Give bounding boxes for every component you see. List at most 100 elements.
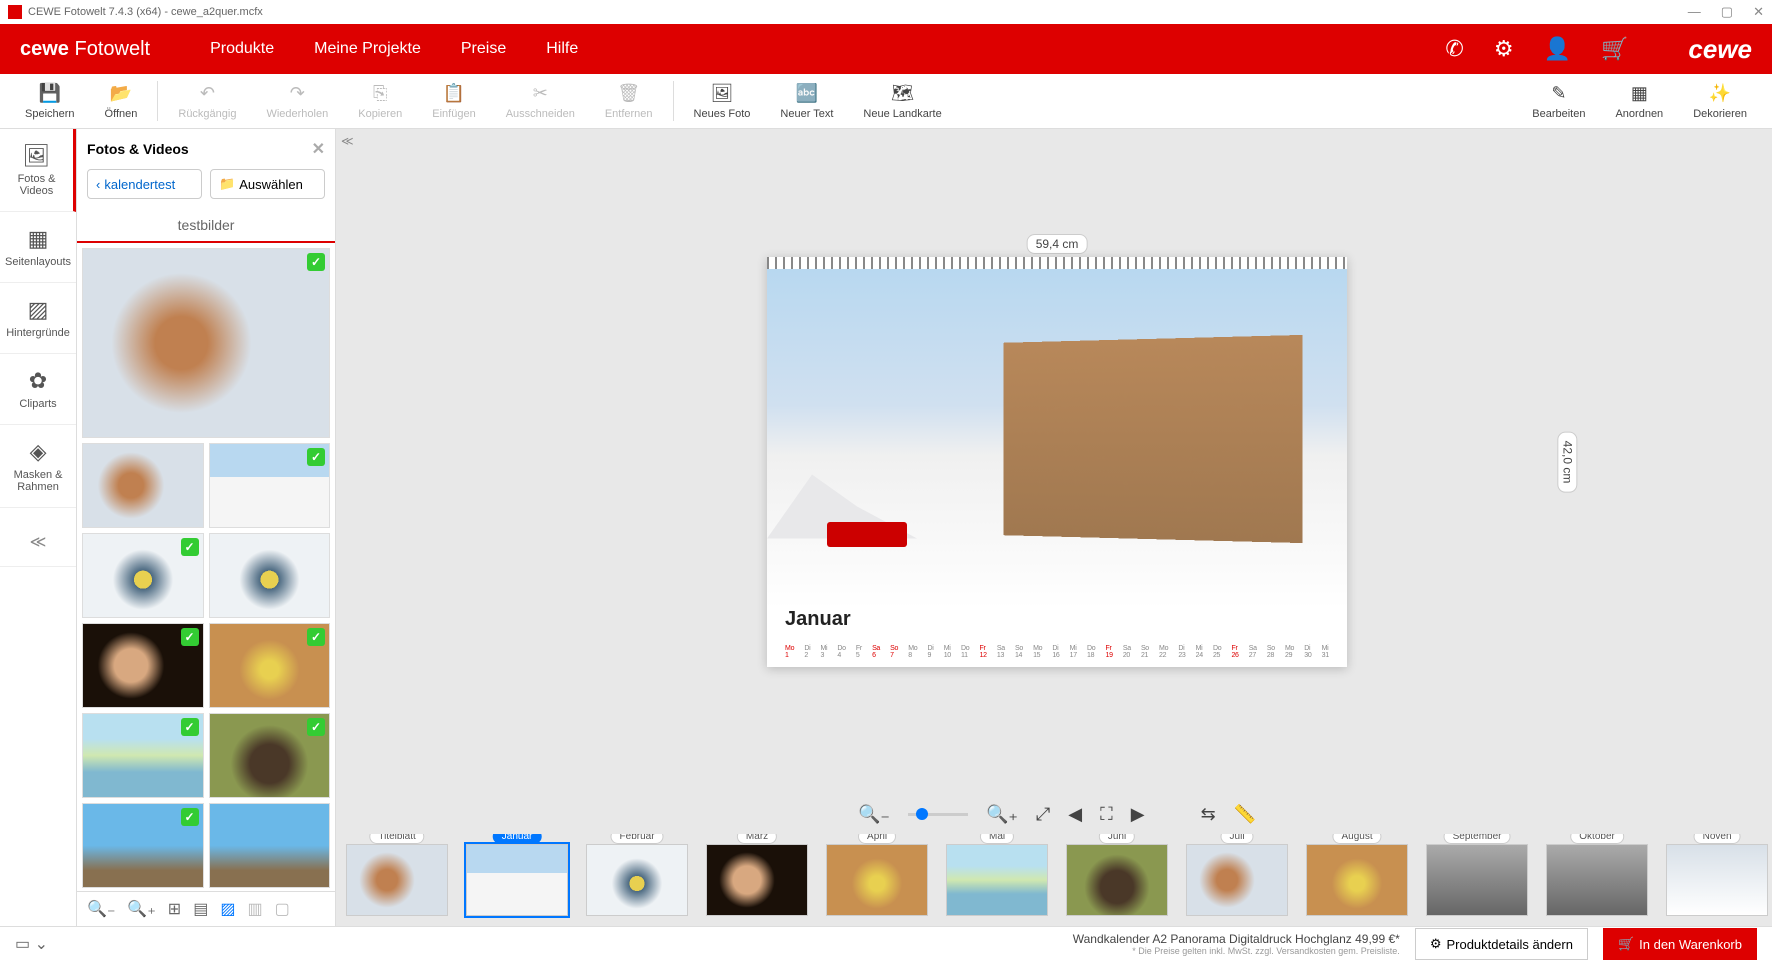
window-controls: — ▢ ✕ xyxy=(1688,4,1764,20)
account-icon[interactable]: 👤 xyxy=(1544,36,1571,62)
sort-icon[interactable]: ▤ xyxy=(193,899,208,919)
photo-tools: 🔍₋ 🔍₊ ⊞ ▤ ▨ ▥ ▢ xyxy=(77,891,335,926)
toolbar-neue landkarte[interactable]: 🗺Neue Landkarte xyxy=(848,81,956,121)
vtab-fotosvideos[interactable]: 🖼Fotos & Videos xyxy=(0,129,76,212)
toolbar-entfernen: 🗑Entfernen xyxy=(590,81,668,121)
product-details-button[interactable]: ⚙Produktdetails ändern xyxy=(1415,928,1588,960)
month-label: Januar xyxy=(785,608,851,631)
zoom-in-icon[interactable]: 🔍₊ xyxy=(986,804,1018,825)
toolbar-wiederholen: ↷Wiederholen xyxy=(251,81,343,121)
toolbar-neues foto[interactable]: 🖼Neues Foto xyxy=(679,81,766,121)
vtab-seitenlayouts[interactable]: ▦Seitenlayouts xyxy=(0,212,76,283)
width-label: 59,4 cm xyxy=(1027,234,1088,254)
collapse-icon[interactable]: ≪ xyxy=(0,518,76,567)
toolbar-dekorieren[interactable]: ✨Dekorieren xyxy=(1678,83,1762,120)
phone-icon[interactable]: ✆ xyxy=(1445,36,1463,62)
toolbar-kopieren: ⎘Kopieren xyxy=(343,81,417,121)
check-icon: ✓ xyxy=(181,808,199,826)
swap-icon[interactable]: ⇆ xyxy=(1201,804,1216,825)
nav-products[interactable]: Produkte xyxy=(210,40,274,58)
page-thumb[interactable]: Oktober xyxy=(1546,844,1648,916)
product-info: Wandkalender A2 Panorama Digitaldruck Ho… xyxy=(1073,932,1400,956)
ruler-icon[interactable]: 📏 xyxy=(1234,804,1256,825)
page-thumb[interactable]: Januar xyxy=(466,844,568,916)
photo-thumb[interactable]: ✓ xyxy=(209,713,331,798)
brand-logo: cewe xyxy=(1688,34,1752,65)
toolbar-rückgängig: ↶Rückgängig xyxy=(163,81,251,121)
toolbar-anordnen[interactable]: ▦Anordnen xyxy=(1600,83,1678,120)
vtab-maskenrahmen[interactable]: ◈Masken & Rahmen xyxy=(0,425,76,508)
vertical-tabs: 🖼Fotos & Videos▦Seitenlayouts▨Hintergrün… xyxy=(0,129,77,926)
page-thumb[interactable]: Noven xyxy=(1666,844,1768,916)
photo-thumb[interactable]: ✓ xyxy=(209,623,331,708)
toolbar-bearbeiten[interactable]: ✎Bearbeiten xyxy=(1517,83,1600,120)
height-label: 42,0 cm xyxy=(1558,431,1578,492)
toolbar-speichern[interactable]: 💾Speichern xyxy=(10,81,90,121)
titlebar: CEWE Fotowelt 7.4.3 (x64) - cewe_a2quer.… xyxy=(0,0,1772,24)
titlebar-text: CEWE Fotowelt 7.4.3 (x64) - cewe_a2quer.… xyxy=(28,6,263,18)
toolbar-neuer text[interactable]: 🔤Neuer Text xyxy=(765,81,848,121)
fit-icon[interactable]: ⤢ xyxy=(1036,804,1050,825)
cart-icon[interactable]: 🛒 xyxy=(1601,36,1628,62)
tool-icon[interactable]: ▢ xyxy=(275,899,290,919)
layout-icon[interactable]: ▭ ⌄ xyxy=(15,934,48,954)
zoom-out-icon[interactable]: 🔍₋ xyxy=(87,899,115,919)
photo-thumb[interactable]: ✓ xyxy=(82,248,330,438)
close-panel-icon[interactable]: ✕ xyxy=(312,139,325,159)
chevron-left-icon: ‹ xyxy=(96,177,100,192)
page-thumb[interactable]: März xyxy=(706,844,808,916)
toolbar: 💾Speichern📂Öffnen↶Rückgängig↷Wiederholen… xyxy=(0,74,1772,129)
photo-grid[interactable]: ✓ ✓ ✓ ✓✓ ✓✓ ✓ xyxy=(77,241,335,891)
canvas-main[interactable]: 59,4 cm 42,0 cm Januar Mo1Di2Mi3Do4Fr5Sa… xyxy=(336,129,1772,794)
photo-thumb[interactable] xyxy=(209,803,331,888)
back-button[interactable]: ‹kalendertest xyxy=(87,169,202,199)
nav-help[interactable]: Hilfe xyxy=(546,40,578,58)
app-icon xyxy=(8,5,22,19)
check-icon: ✓ xyxy=(181,628,199,646)
zoom-out-icon[interactable]: 🔍₋ xyxy=(858,804,890,825)
page-thumb[interactable]: September xyxy=(1426,844,1528,916)
pages-strip[interactable]: TitelblattJanuarFebruarMärzAprilMaiJuniJ… xyxy=(336,834,1772,926)
photo-thumb[interactable]: ✓ xyxy=(82,713,204,798)
photo-thumb[interactable] xyxy=(209,533,331,618)
calendar-page[interactable]: Januar Mo1Di2Mi3Do4Fr5Sa6So7Mo8Di9Mi10Do… xyxy=(767,257,1347,667)
footer: ▭ ⌄ Wandkalender A2 Panorama Digitaldruc… xyxy=(0,926,1772,961)
nav-projects[interactable]: Meine Projekte xyxy=(314,40,421,58)
page-thumb[interactable]: Mai xyxy=(946,844,1048,916)
page-thumb[interactable]: Juni xyxy=(1066,844,1168,916)
add-to-cart-button[interactable]: 🛒In den Warenkorb xyxy=(1603,928,1757,960)
settings-icon[interactable]: ⚙ xyxy=(1494,36,1514,62)
page-thumb[interactable]: Juli xyxy=(1186,844,1288,916)
prev-page-icon[interactable]: ◀ xyxy=(1068,804,1082,825)
vtab-cliparts[interactable]: ✿Cliparts xyxy=(0,354,76,425)
zoom-in-icon[interactable]: 🔍₊ xyxy=(127,899,155,919)
folder-name: testbilder xyxy=(77,209,335,241)
tool-icon[interactable]: ▥ xyxy=(247,899,262,919)
zoom-slider[interactable] xyxy=(908,813,968,816)
page-thumb[interactable]: Februar xyxy=(586,844,688,916)
next-page-icon[interactable]: ▶ xyxy=(1131,804,1145,825)
toolbar-öffnen[interactable]: 📂Öffnen xyxy=(90,81,153,121)
photo-thumb[interactable]: ✓ xyxy=(82,533,204,618)
vtab-hintergrnde[interactable]: ▨Hintergründe xyxy=(0,283,76,354)
minimize-icon[interactable]: — xyxy=(1688,4,1701,20)
nav-prices[interactable]: Preise xyxy=(461,40,506,58)
maximize-icon[interactable]: ▢ xyxy=(1721,4,1733,20)
check-icon: ✓ xyxy=(181,718,199,736)
photo-thumb[interactable]: ✓ xyxy=(209,443,331,528)
header-right: ✆ ⚙ 👤 🛒 cewe xyxy=(1445,34,1752,65)
fullscreen-icon[interactable]: ⛶ xyxy=(1100,804,1113,825)
select-button[interactable]: 📁Auswählen xyxy=(210,169,325,199)
grid-icon[interactable]: ⊞ xyxy=(168,899,181,919)
spiral-binding xyxy=(767,257,1347,269)
page-thumb[interactable]: August xyxy=(1306,844,1408,916)
photo-thumb[interactable] xyxy=(82,443,204,528)
page-thumb[interactable]: April xyxy=(826,844,928,916)
close-icon[interactable]: ✕ xyxy=(1753,4,1764,20)
photo-thumb[interactable]: ✓ xyxy=(82,803,204,888)
calendar-photo[interactable] xyxy=(767,269,1347,609)
photo-thumb[interactable]: ✓ xyxy=(82,623,204,708)
page-thumb[interactable]: Titelblatt xyxy=(346,844,448,916)
main-header: cewe Fotowelt Produkte Meine Projekte Pr… xyxy=(0,24,1772,74)
filter-icon[interactable]: ▨ xyxy=(220,899,235,919)
